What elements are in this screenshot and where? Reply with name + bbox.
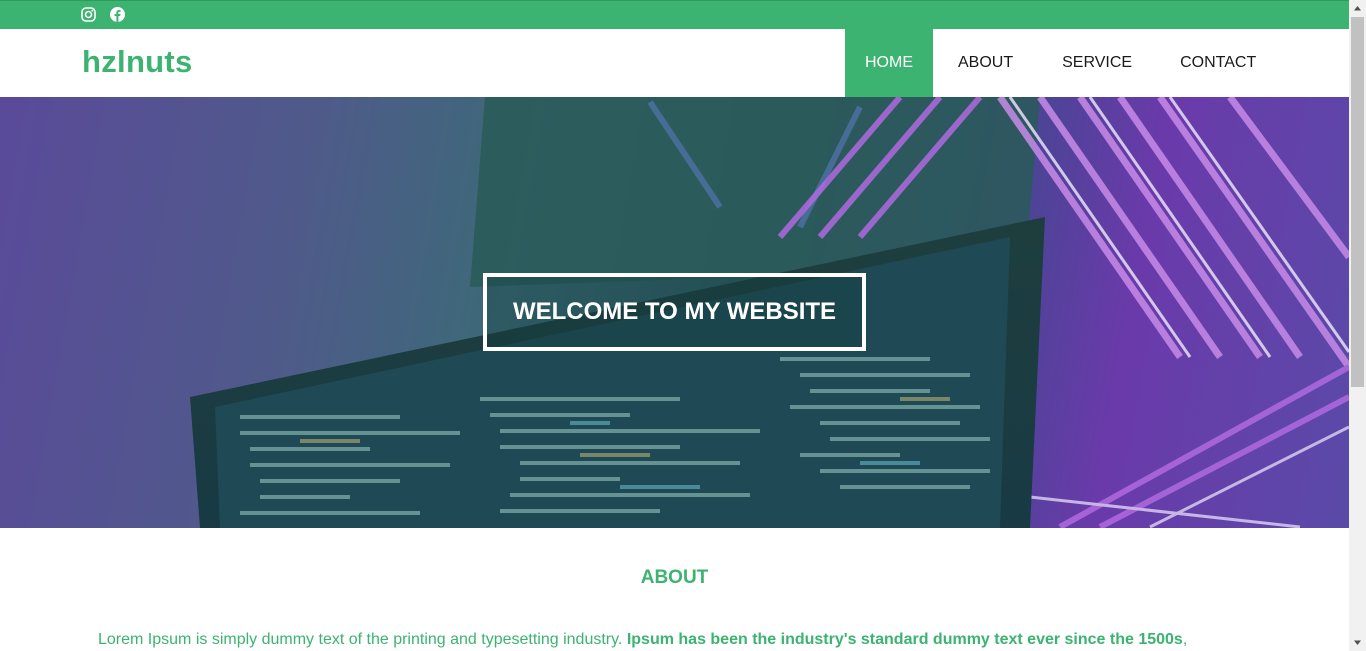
facebook-icon[interactable] — [109, 6, 126, 23]
navbar: hzlnuts HOME ABOUT SERVICE CONTACT — [0, 29, 1349, 97]
about-text: Lorem Ipsum is simply dummy text of the … — [98, 629, 1238, 651]
hero-banner: WELCOME TO MY WEBSITE — [0, 97, 1349, 528]
instagram-icon[interactable] — [80, 6, 97, 23]
about-text-bold: Ipsum has been the industry's standard d… — [626, 631, 1183, 648]
nav-service[interactable]: SERVICE — [1038, 29, 1156, 97]
nav-home[interactable]: HOME — [845, 29, 933, 97]
about-title: ABOUT — [640, 567, 709, 588]
site-logo[interactable]: hzlnuts — [82, 44, 193, 80]
scroll-down-arrow-icon[interactable] — [1349, 634, 1366, 651]
nav-about[interactable]: ABOUT — [933, 29, 1038, 97]
scroll-up-arrow-icon[interactable] — [1349, 0, 1366, 17]
nav-contact[interactable]: CONTACT — [1156, 29, 1280, 97]
about-text-plain: Lorem Ipsum is simply dummy text of the … — [98, 631, 627, 648]
scrollbar-thumb[interactable] — [1351, 17, 1364, 387]
social-links — [80, 6, 126, 23]
welcome-heading: WELCOME TO MY WEBSITE — [483, 273, 866, 351]
top-bar — [0, 0, 1349, 29]
main-menu: HOME ABOUT SERVICE CONTACT — [845, 29, 1280, 97]
vertical-scrollbar[interactable] — [1349, 0, 1366, 651]
about-text-tail: , — [1182, 631, 1188, 648]
page: hzlnuts HOME ABOUT SERVICE CONTACT WELCO… — [0, 0, 1349, 651]
